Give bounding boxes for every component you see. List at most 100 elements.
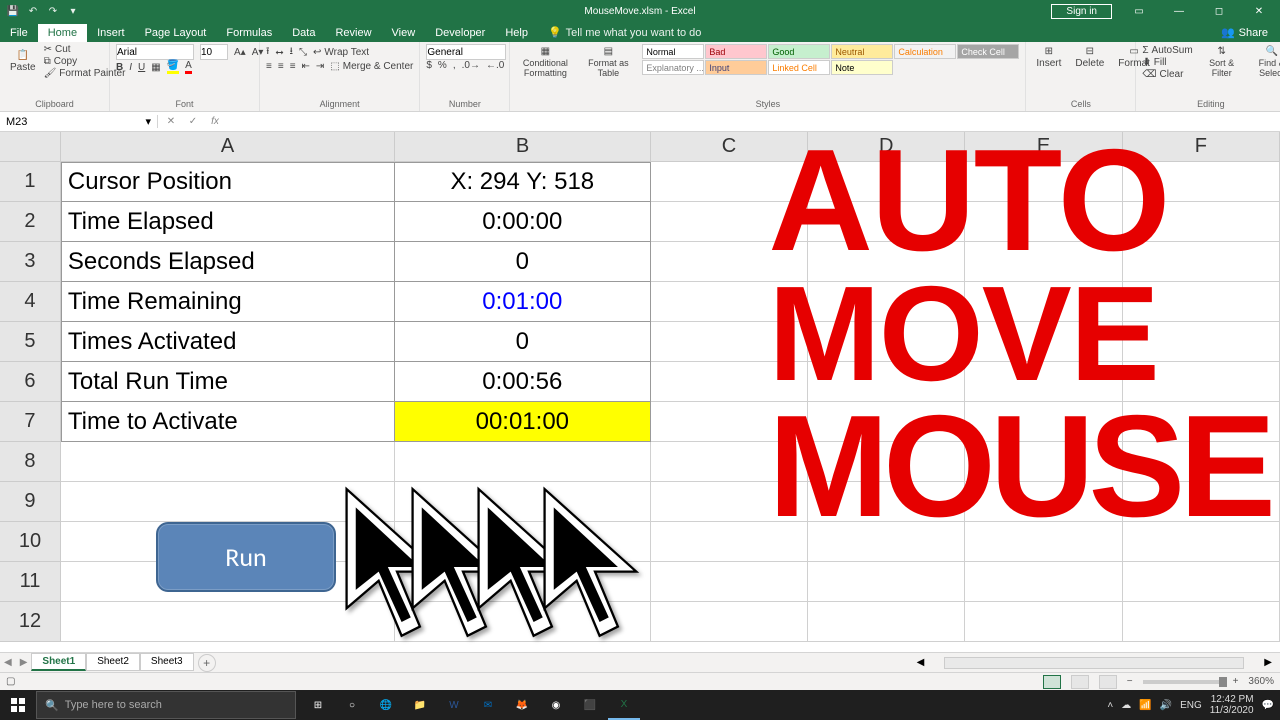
align-center-icon[interactable]: ≡ bbox=[278, 61, 284, 72]
word-icon[interactable]: W bbox=[438, 690, 470, 720]
cell-A7[interactable]: Time to Activate bbox=[61, 402, 395, 442]
minimize-icon[interactable]: — bbox=[1160, 0, 1198, 22]
column-header-F[interactable]: F bbox=[1123, 132, 1280, 161]
row-header-8[interactable]: 8 bbox=[0, 442, 61, 482]
cell-F1[interactable] bbox=[1123, 162, 1280, 202]
sheet-tab-sheet2[interactable]: Sheet2 bbox=[86, 653, 140, 671]
row-header-4[interactable]: 4 bbox=[0, 282, 61, 322]
enter-formula-icon[interactable]: ✓ bbox=[186, 116, 200, 127]
cell-D9[interactable] bbox=[808, 482, 965, 522]
excel-taskbar-icon[interactable]: X bbox=[608, 690, 640, 720]
row-header-7[interactable]: 7 bbox=[0, 402, 61, 442]
language-indicator[interactable]: ENG bbox=[1180, 700, 1202, 711]
name-box[interactable]: M23▾ bbox=[0, 115, 158, 128]
column-header-C[interactable]: C bbox=[651, 132, 808, 161]
share-button[interactable]: 👥 Share bbox=[1209, 23, 1280, 42]
cortana-icon[interactable]: ○ bbox=[336, 690, 368, 720]
row-header-2[interactable]: 2 bbox=[0, 202, 61, 242]
cell-E7[interactable] bbox=[965, 402, 1122, 442]
cell-C9[interactable] bbox=[651, 482, 808, 522]
sheet-nav-prev-icon[interactable]: ◀ bbox=[0, 657, 16, 668]
align-top-icon[interactable]: ⭱ bbox=[266, 44, 270, 61]
firefox-icon[interactable]: 🦊 bbox=[506, 690, 538, 720]
cell-B6[interactable]: 0:00:56 bbox=[395, 362, 651, 402]
volume-icon[interactable]: 🔊 bbox=[1160, 700, 1172, 711]
horizontal-scrollbar[interactable] bbox=[944, 657, 1244, 669]
normal-view-icon[interactable] bbox=[1043, 675, 1061, 689]
cell-B5[interactable]: 0 bbox=[395, 322, 651, 362]
cell-style-neutral[interactable]: Neutral bbox=[831, 44, 893, 59]
italic-button[interactable]: I bbox=[129, 62, 132, 73]
column-header-A[interactable]: A bbox=[61, 132, 395, 161]
tab-review[interactable]: Review bbox=[325, 24, 381, 42]
network-icon[interactable]: 📶 bbox=[1139, 700, 1151, 711]
paste-button[interactable]: 📋 Paste bbox=[6, 48, 40, 75]
cell-style-calculation[interactable]: Calculation bbox=[894, 44, 956, 59]
cell-B3[interactable]: 0 bbox=[395, 242, 651, 282]
cell-B1[interactable]: X: 294 Y: 518 bbox=[395, 162, 651, 202]
start-button[interactable] bbox=[0, 690, 36, 720]
row-header-10[interactable]: 10 bbox=[0, 522, 61, 562]
undo-icon[interactable]: ↶ bbox=[26, 4, 40, 18]
cell-F9[interactable] bbox=[1123, 482, 1280, 522]
cell-E2[interactable] bbox=[965, 202, 1122, 242]
cell-B11[interactable] bbox=[395, 562, 651, 602]
task-view-icon[interactable]: ⊞ bbox=[302, 690, 334, 720]
increase-font-icon[interactable]: A▴ bbox=[234, 47, 246, 58]
row-header-12[interactable]: 12 bbox=[0, 602, 61, 642]
cell-C5[interactable] bbox=[651, 322, 808, 362]
column-header-B[interactable]: B bbox=[395, 132, 651, 161]
cell-E1[interactable] bbox=[965, 162, 1122, 202]
close-icon[interactable]: ✕ bbox=[1240, 0, 1278, 22]
cell-C10[interactable] bbox=[651, 522, 808, 562]
cell-A2[interactable]: Time Elapsed bbox=[61, 202, 395, 242]
delete-cells-button[interactable]: ⊟Delete bbox=[1071, 44, 1108, 71]
cell-style-normal[interactable]: Normal bbox=[642, 44, 704, 59]
zoom-out-icon[interactable]: − bbox=[1127, 676, 1133, 687]
cell-F10[interactable] bbox=[1123, 522, 1280, 562]
page-layout-view-icon[interactable] bbox=[1071, 675, 1089, 689]
tab-view[interactable]: View bbox=[382, 24, 426, 42]
tray-expand-icon[interactable]: ˄ bbox=[1107, 700, 1113, 711]
tab-page-layout[interactable]: Page Layout bbox=[135, 24, 217, 42]
row-header-3[interactable]: 3 bbox=[0, 242, 61, 282]
bold-button[interactable]: B bbox=[116, 62, 123, 73]
ribbon-display-icon[interactable]: ▭ bbox=[1120, 0, 1158, 22]
row-header-6[interactable]: 6 bbox=[0, 362, 61, 402]
cell-C11[interactable] bbox=[651, 562, 808, 602]
scroll-right-icon[interactable]: ▶ bbox=[1264, 657, 1272, 668]
taskbar-search[interactable]: 🔍 Type here to search bbox=[36, 691, 296, 719]
record-macro-icon[interactable]: ▢ bbox=[6, 676, 15, 687]
cell-D11[interactable] bbox=[808, 562, 965, 602]
row-header-5[interactable]: 5 bbox=[0, 322, 61, 362]
tell-me-search[interactable]: 💡 Tell me what you want to do bbox=[538, 23, 711, 42]
zoom-slider[interactable] bbox=[1143, 680, 1223, 684]
cell-D8[interactable] bbox=[808, 442, 965, 482]
font-name-input[interactable] bbox=[116, 44, 194, 60]
cell-F12[interactable] bbox=[1123, 602, 1280, 642]
merge-center-button[interactable]: ⬚Merge & Center bbox=[330, 61, 413, 72]
cell-B8[interactable] bbox=[395, 442, 651, 482]
onedrive-icon[interactable]: ☁ bbox=[1121, 700, 1131, 711]
cell-C8[interactable] bbox=[651, 442, 808, 482]
cell-E6[interactable] bbox=[965, 362, 1122, 402]
fill-button[interactable]: ⬇Fill bbox=[1142, 57, 1192, 68]
edge-icon[interactable]: 🌐 bbox=[370, 690, 402, 720]
cell-B12[interactable] bbox=[395, 602, 651, 642]
align-bottom-icon[interactable]: ⭳ bbox=[290, 44, 294, 61]
cell-E11[interactable] bbox=[965, 562, 1122, 602]
sheet-nav-next-icon[interactable]: ▶ bbox=[16, 657, 32, 668]
cell-C12[interactable] bbox=[651, 602, 808, 642]
cell-C6[interactable] bbox=[651, 362, 808, 402]
tab-formulas[interactable]: Formulas bbox=[216, 24, 282, 42]
cell-E9[interactable] bbox=[965, 482, 1122, 522]
app-icon[interactable]: ⬛ bbox=[574, 690, 606, 720]
row-header-9[interactable]: 9 bbox=[0, 482, 61, 522]
worksheet-grid[interactable]: ABCDEF 1Cursor PositionX: 294 Y: 5182Tim… bbox=[0, 132, 1280, 652]
cell-B9[interactable] bbox=[395, 482, 651, 522]
wrap-text-button[interactable]: ↩Wrap Text bbox=[313, 47, 369, 58]
cell-C1[interactable] bbox=[651, 162, 808, 202]
outlook-icon[interactable]: ✉ bbox=[472, 690, 504, 720]
cell-E10[interactable] bbox=[965, 522, 1122, 562]
cell-F11[interactable] bbox=[1123, 562, 1280, 602]
